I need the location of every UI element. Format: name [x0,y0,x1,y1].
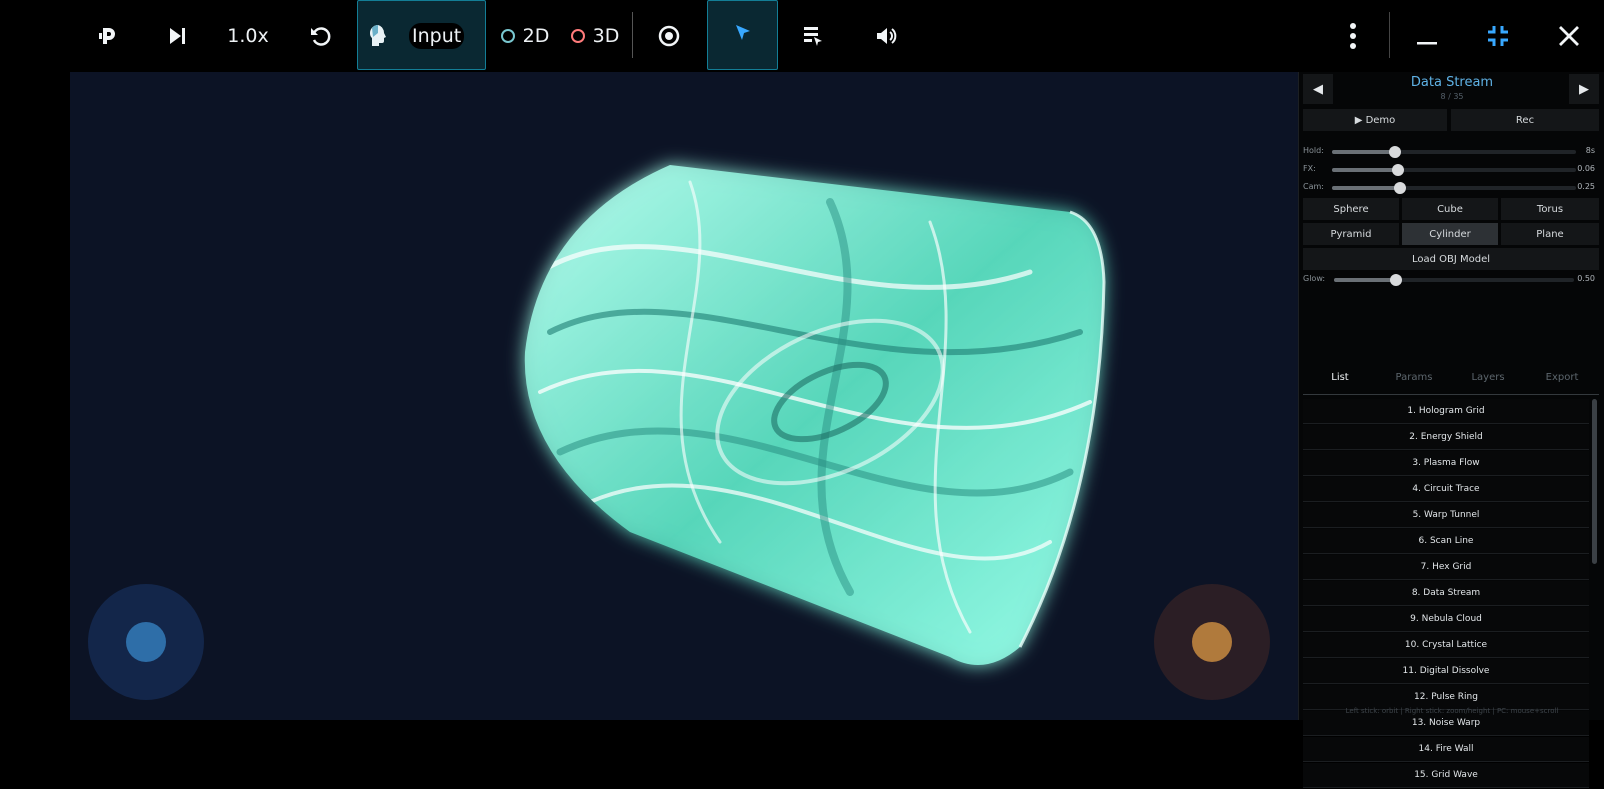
list-item[interactable]: 3. Plasma Flow [1303,451,1589,476]
speed-button[interactable]: 1.0x [220,0,276,72]
right-joystick-knob[interactable] [1192,622,1232,662]
list-item[interactable]: 8. Data Stream [1303,581,1589,606]
tab-layers[interactable]: Layers [1451,372,1525,383]
exit-fullscreen-icon[interactable] [1478,0,1518,72]
tab-export[interactable]: Export [1525,372,1599,383]
list-item[interactable]: 1. Hologram Grid [1303,399,1589,424]
list-item[interactable]: 2. Energy Shield [1303,425,1589,450]
list-item[interactable]: 10. Crystal Lattice [1303,633,1589,658]
shape-cube-button[interactable]: Cube [1402,198,1498,220]
controls-hint: Left stick: orbit | Right stick: zoom/he… [1345,707,1559,715]
pointer-icon [733,23,753,47]
effects-panel: ◀ Data Stream 8 / 35 ▶ ▶ Demo Rec Hold: … [1298,72,1604,788]
head-icon [368,24,388,52]
shape-plane-button[interactable]: Plane [1501,223,1599,245]
left-joystick-knob[interactable] [126,622,166,662]
mode-3d-label: 3D [592,25,620,47]
tab-list[interactable]: List [1303,372,1377,383]
list-item[interactable]: 9. Nebula Cloud [1303,607,1589,632]
list-item[interactable]: 11. Digital Dissolve [1303,659,1589,684]
effects-list: 1. Hologram Grid 2. Energy Shield 3. Pla… [1303,399,1589,789]
hold-label: Hold: [1303,146,1324,155]
cam-slider[interactable] [1332,182,1576,194]
left-joystick[interactable] [88,584,204,700]
close-icon[interactable] [1549,0,1589,72]
fx-slider-thumb[interactable] [1391,164,1404,176]
more-vert-icon[interactable] [1333,0,1373,72]
shape-torus-button[interactable]: Torus [1501,198,1599,220]
shape-pyramid-button[interactable]: Pyramid [1303,223,1399,245]
cam-label: Cam: [1303,182,1324,191]
3d-viewport[interactable] [70,72,1298,720]
ring-3d-icon [570,29,585,43]
hold-value: 8s [1585,146,1595,155]
input-label: Input [409,23,465,49]
cam-value: 0.25 [1577,182,1595,191]
mode-2d-option[interactable]: 2D [496,0,554,72]
list-item[interactable]: 15. Grid Wave [1303,763,1589,788]
glow-slider-fill [1334,278,1397,282]
app-logo-icon[interactable] [88,0,128,72]
fx-slider[interactable] [1332,164,1576,176]
checklist-icon[interactable] [793,0,833,72]
top-toolbar: 1.0x Input 2D 3D [0,0,1604,72]
eye-icon[interactable] [649,0,689,72]
effect-counter: 8 / 35 [1440,92,1464,101]
pointer-tool-button[interactable] [707,0,778,70]
prev-effect-button[interactable]: ◀ [1303,74,1333,104]
input-button[interactable]: Input [357,0,486,70]
effect-title: Data Stream [1410,75,1494,90]
toolbar-divider [632,12,633,58]
glow-slider-thumb[interactable] [1390,274,1403,286]
tab-params[interactable]: Params [1377,372,1451,383]
list-item[interactable]: 14. Fire Wall [1303,737,1589,762]
ring-2d-icon [500,29,515,43]
volume-icon[interactable] [866,0,906,72]
list-scrollbar[interactable] [1592,399,1597,564]
glow-value: 0.50 [1577,274,1595,283]
minimize-icon[interactable] [1407,0,1447,72]
list-item[interactable]: 6. Scan Line [1303,529,1589,554]
fx-label: FX: [1303,164,1316,173]
hold-slider[interactable] [1332,146,1576,158]
mode-3d-option[interactable]: 3D [566,0,624,72]
right-joystick[interactable] [1154,584,1270,700]
glow-slider[interactable] [1334,274,1574,286]
toolbar-divider [1389,12,1390,58]
shape-sphere-button[interactable]: Sphere [1303,198,1399,220]
cam-slider-fill [1332,186,1401,190]
list-item[interactable]: 5. Warp Tunnel [1303,503,1589,528]
load-obj-button[interactable]: Load OBJ Model [1303,248,1599,270]
fx-value: 0.06 [1577,164,1595,173]
skip-next-icon[interactable] [157,0,197,72]
shape-cylinder-button[interactable]: Cylinder [1402,223,1498,245]
mode-2d-label: 2D [522,25,550,47]
hold-slider-fill [1332,150,1396,154]
next-effect-button[interactable]: ▶ [1569,74,1599,104]
tab-divider [1303,394,1599,395]
glowing-cylinder-model [524,165,1106,665]
cam-slider-thumb[interactable] [1394,182,1407,194]
demo-button[interactable]: ▶ Demo [1303,109,1447,131]
list-item[interactable]: 4. Circuit Trace [1303,477,1589,502]
reset-icon[interactable] [300,0,340,72]
fx-slider-fill [1332,168,1398,172]
rec-button[interactable]: Rec [1451,109,1599,131]
glow-label: Glow: [1303,274,1326,283]
list-item[interactable]: 7. Hex Grid [1303,555,1589,580]
hold-slider-thumb[interactable] [1389,146,1402,158]
